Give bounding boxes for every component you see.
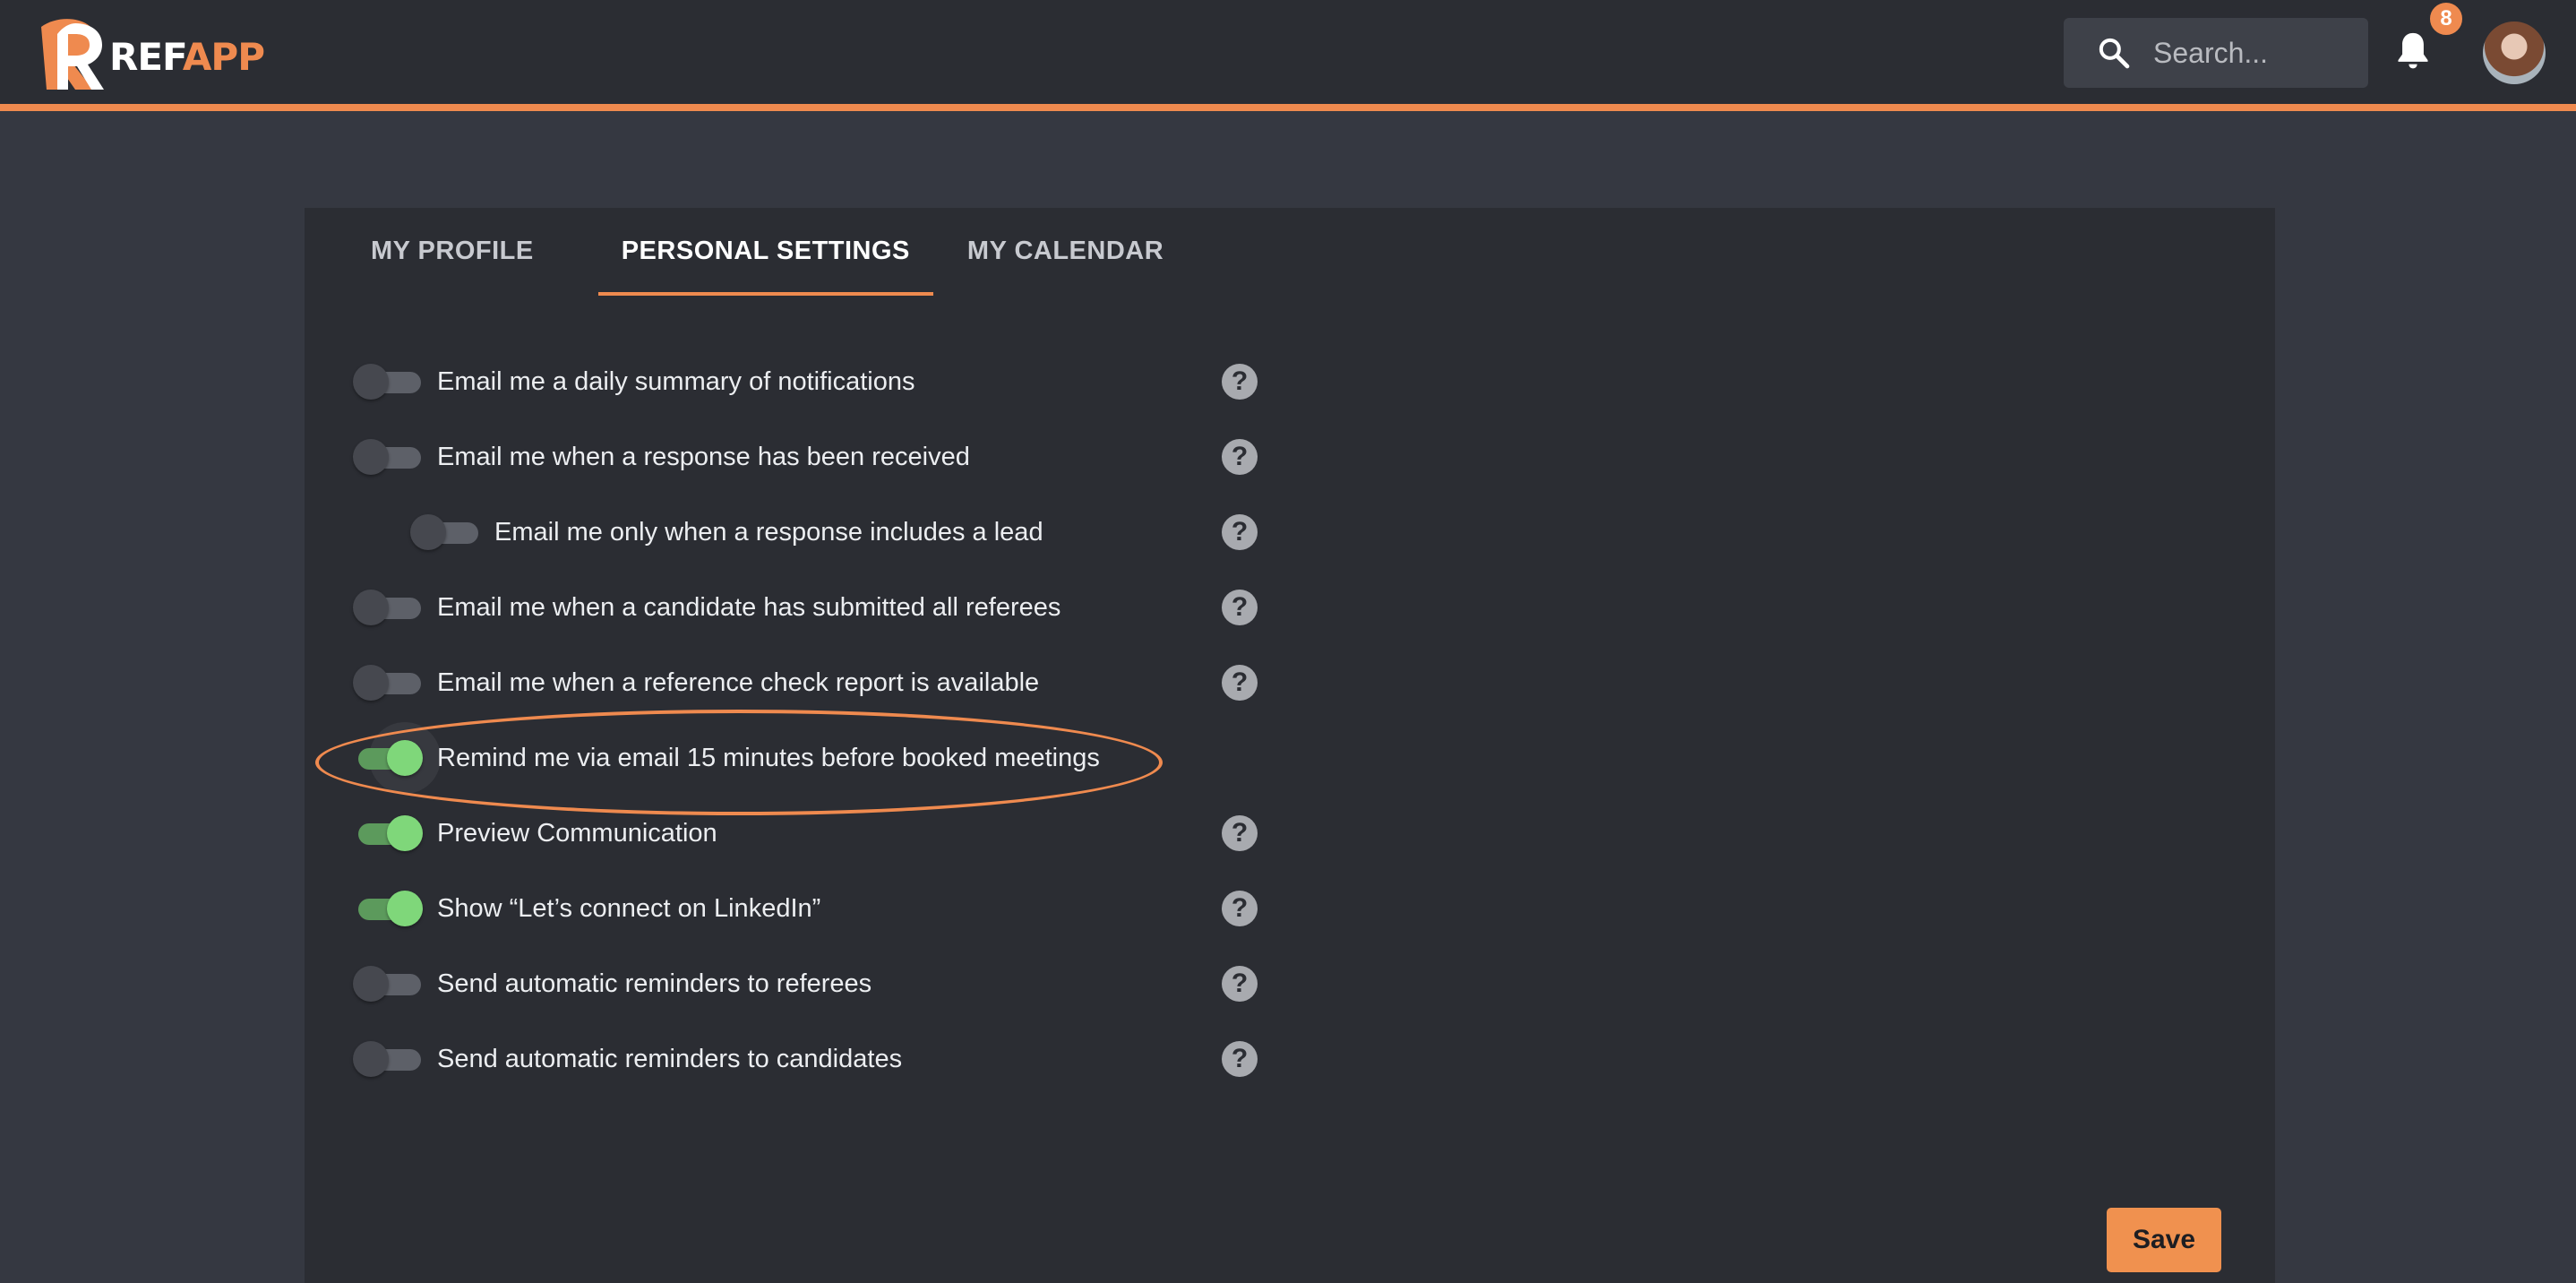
setting-label: Email me a daily summary of notification… [437, 366, 915, 396]
setting-label: Send automatic reminders to referees [437, 969, 872, 998]
help-icon[interactable]: ? [1222, 590, 1258, 625]
setting-label: Show “Let’s connect on LinkedIn” [437, 893, 821, 923]
bell-icon [2398, 32, 2428, 69]
all-referees-toggle[interactable] [353, 590, 425, 625]
setting-label: Email me when a response has been receiv… [437, 442, 970, 471]
setting-candidate-reminders: Send automatic reminders to candidates ? [305, 1021, 1290, 1097]
setting-label: Send automatic reminders to candidates [437, 1044, 903, 1073]
logo-text: REFAPP [109, 34, 265, 79]
settings-tabs: MY PROFILE PERSONAL SETTINGS MY CALENDAR [305, 208, 1187, 296]
response-lead-toggle[interactable] [410, 514, 482, 550]
settings-list: Email me a daily summary of notification… [305, 344, 1290, 1097]
candidate-reminders-toggle[interactable] [353, 1041, 425, 1077]
help-icon[interactable]: ? [1222, 514, 1258, 550]
search-icon[interactable] [2096, 35, 2132, 71]
daily-summary-toggle[interactable] [353, 364, 425, 400]
setting-response-received: Email me when a response has been receiv… [305, 419, 1290, 495]
setting-meeting-reminder: Remind me via email 15 minutes before bo… [305, 720, 1290, 796]
setting-label: Preview Communication [437, 818, 717, 848]
tab-my-calendar[interactable]: MY CALENDAR [944, 208, 1187, 294]
help-icon[interactable]: ? [1222, 815, 1258, 851]
meeting-reminder-toggle[interactable] [353, 722, 441, 794]
setting-linkedin: Show “Let’s connect on LinkedIn” ? [305, 871, 1290, 946]
search-box[interactable] [2064, 18, 2368, 88]
setting-response-lead: Email me only when a response includes a… [305, 495, 1290, 570]
help-icon[interactable]: ? [1222, 1041, 1258, 1077]
settings-panel: MY PROFILE PERSONAL SETTINGS MY CALENDAR… [305, 208, 2275, 1283]
help-icon[interactable]: ? [1222, 439, 1258, 475]
setting-label: Email me only when a response includes a… [494, 517, 1043, 547]
logo-ref-text: REF [109, 34, 184, 79]
report-available-toggle[interactable] [353, 665, 425, 701]
setting-daily-summary: Email me a daily summary of notification… [305, 344, 1290, 419]
help-icon[interactable]: ? [1222, 364, 1258, 400]
save-button[interactable]: Save [2107, 1208, 2221, 1272]
referee-reminders-toggle[interactable] [353, 966, 425, 1002]
user-avatar[interactable] [2483, 22, 2546, 84]
tab-personal-settings[interactable]: PERSONAL SETTINGS [597, 208, 934, 296]
logo-app-text: APP [182, 34, 265, 79]
search-input[interactable] [2151, 35, 2348, 71]
setting-report-available: Email me when a reference check report i… [305, 645, 1290, 720]
top-bar: REFAPP 8 [0, 0, 2576, 111]
setting-referee-reminders: Send automatic reminders to referees ? [305, 946, 1290, 1021]
notifications-button[interactable] [2393, 29, 2438, 77]
help-icon[interactable]: ? [1222, 891, 1258, 926]
setting-label: Email me when a candidate has submitted … [437, 592, 1061, 622]
preview-communication-toggle[interactable] [353, 815, 425, 851]
setting-preview-communication: Preview Communication ? [305, 796, 1290, 871]
linkedin-toggle[interactable] [353, 891, 425, 926]
help-icon[interactable]: ? [1222, 665, 1258, 701]
tab-my-profile[interactable]: MY PROFILE [348, 208, 557, 294]
setting-label: Remind me via email 15 minutes before bo… [437, 743, 1100, 772]
setting-all-referees: Email me when a candidate has submitted … [305, 570, 1290, 645]
refapp-logo[interactable]: REFAPP [34, 14, 265, 93]
notification-count-badge: 8 [2427, 0, 2465, 38]
logo-r-icon [41, 19, 104, 90]
response-received-toggle[interactable] [353, 439, 425, 475]
help-icon[interactable]: ? [1222, 966, 1258, 1002]
setting-label: Email me when a reference check report i… [437, 667, 1040, 697]
